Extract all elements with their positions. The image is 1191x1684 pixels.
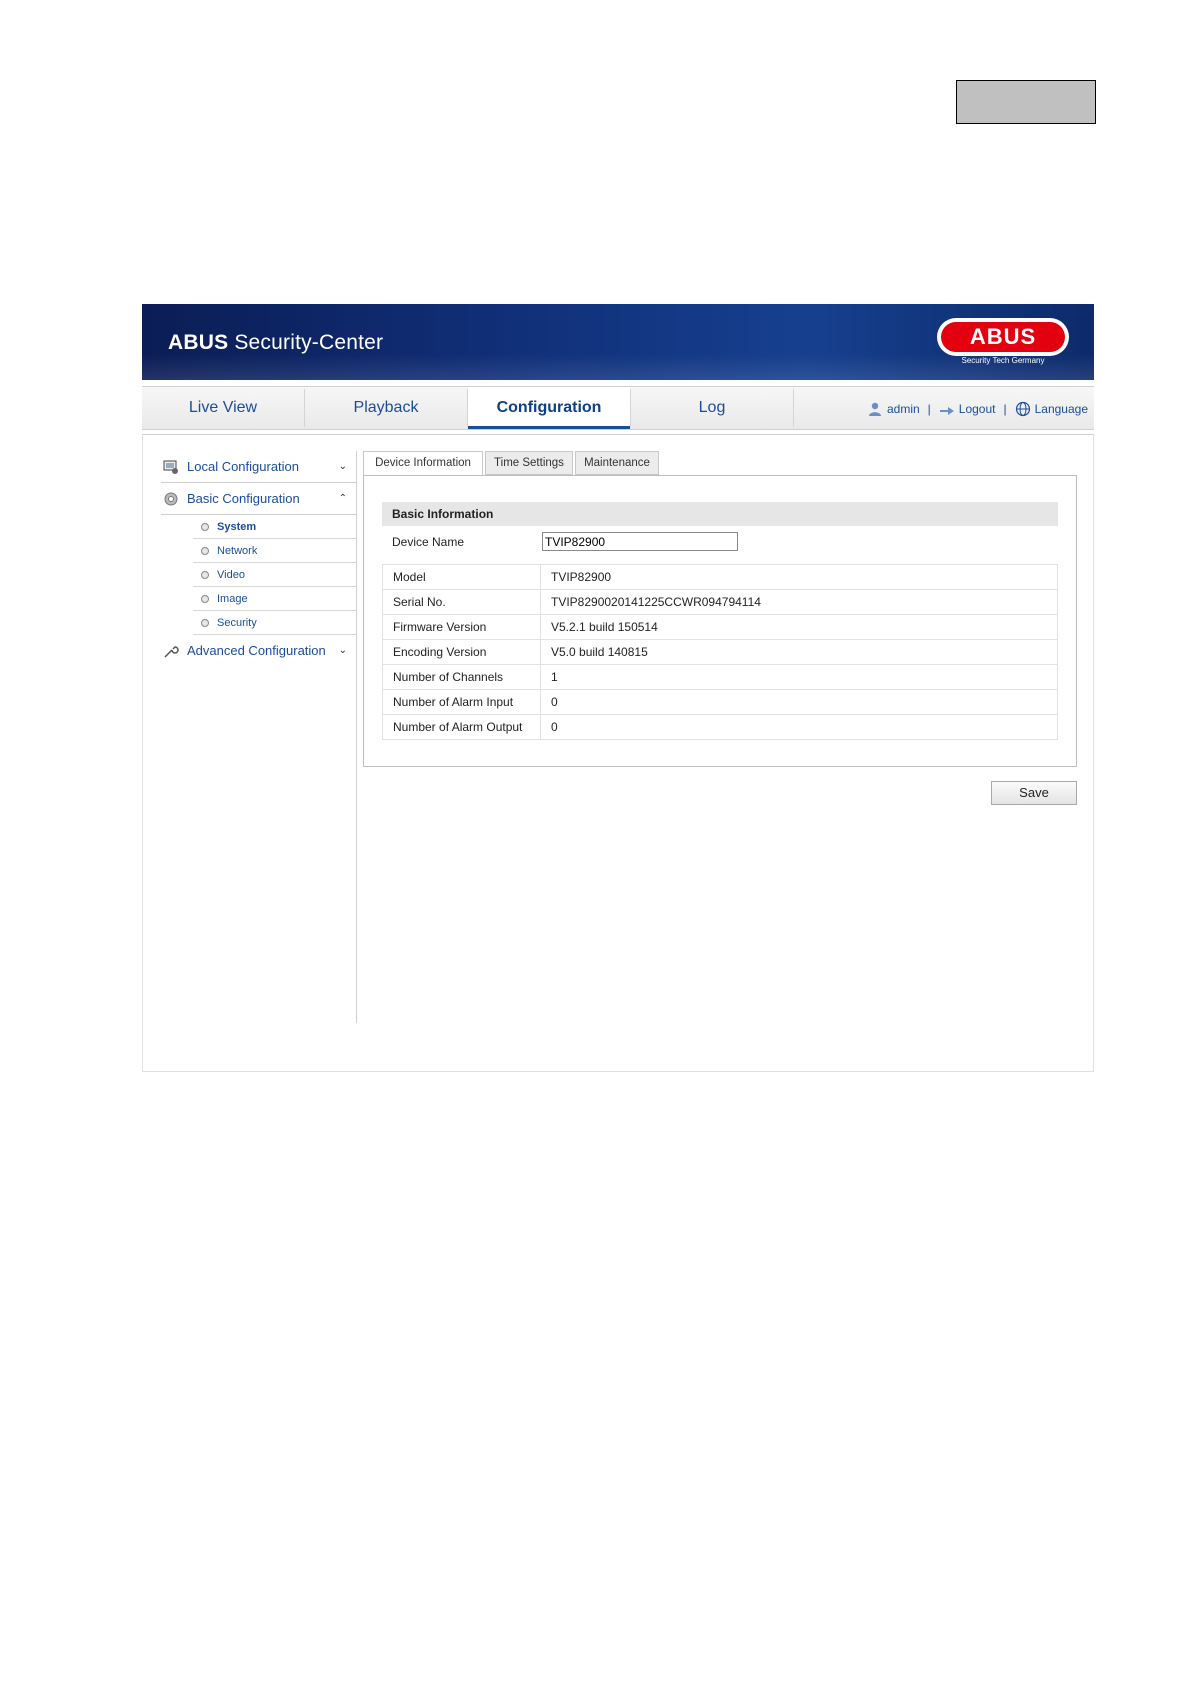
sidebar-local-configuration-label: Local Configuration: [187, 459, 300, 474]
info-value: TVIP82900: [540, 564, 1058, 590]
info-key: Number of Channels: [382, 664, 541, 690]
device-name-field[interactable]: [542, 532, 738, 551]
sidebar-item-video-label: Video: [217, 569, 245, 581]
user-icon: [868, 402, 881, 416]
sidebar-divider: [356, 451, 357, 1023]
sidebar-item-system[interactable]: System: [193, 515, 357, 539]
user-separator: |: [927, 401, 931, 416]
table-row: Number of Alarm Output 0: [382, 714, 1058, 740]
user-area: admin | Logout | Language: [867, 387, 1088, 429]
chevron-down-icon: ⌄: [338, 461, 347, 472]
info-value: V5.0 build 140815: [540, 639, 1058, 665]
chevron-up-icon: ⌃: [338, 493, 347, 504]
table-row: Number of Alarm Input 0: [382, 689, 1058, 715]
tab-time-settings[interactable]: Time Settings: [485, 451, 573, 475]
wrench-icon: [164, 646, 179, 658]
sidebar-item-network-label: Network: [217, 545, 258, 557]
info-value: 1: [540, 664, 1058, 690]
app-title-brand: ABUS: [168, 331, 229, 354]
bullet-icon: [201, 523, 209, 531]
nav-tab-configuration[interactable]: Configuration: [468, 387, 630, 429]
table-row: Model TVIP82900: [382, 564, 1058, 590]
table-row: Serial No. TVIP8290020141225CCWR094794114: [382, 589, 1058, 615]
save-button[interactable]: Save: [991, 781, 1077, 805]
info-key: Model: [382, 564, 541, 590]
info-value: 0: [540, 714, 1058, 740]
main-nav: Live View Playback Configuration Log adm…: [142, 386, 1094, 430]
language-link[interactable]: Language: [1035, 402, 1088, 416]
abus-logo-text: ABUS: [941, 322, 1065, 352]
sidebar-item-security[interactable]: Security: [193, 611, 357, 635]
logout-icon: [939, 406, 954, 415]
nav-tab-live-view[interactable]: Live View: [142, 387, 304, 429]
info-value: 0: [540, 689, 1058, 715]
sidebar-basic-configuration[interactable]: Basic Configuration ⌃: [161, 483, 357, 515]
sidebar-advanced-configuration[interactable]: Advanced Configuration ⌄: [161, 635, 357, 667]
sidebar-item-image[interactable]: Image: [193, 587, 357, 611]
gear-icon: [164, 492, 178, 506]
nav-tab-playback[interactable]: Playback: [305, 387, 467, 429]
sidebar-item-network[interactable]: Network: [193, 539, 357, 563]
info-key: Number of Alarm Input: [382, 689, 541, 715]
table-row: Encoding Version V5.0 build 140815: [382, 639, 1058, 665]
sidebar: Local Configuration ⌄ Basic Configuratio…: [161, 451, 357, 667]
info-value: V5.2.1 build 150514: [540, 614, 1058, 640]
table-row: Firmware Version V5.2.1 build 150514: [382, 614, 1058, 640]
info-key: Serial No.: [382, 589, 541, 615]
bullet-icon: [201, 547, 209, 555]
sidebar-basic-configuration-label: Basic Configuration: [187, 491, 300, 506]
device-info-table: Model TVIP82900 Serial No. TVIP829002014122…: [382, 564, 1058, 740]
logout-separator: |: [1003, 401, 1007, 416]
sidebar-item-system-label: System: [217, 521, 257, 533]
info-key: Firmware Version: [382, 614, 541, 640]
header-banner: ABUS Security-Center ABUS Security Tech …: [142, 304, 1094, 380]
sidebar-local-configuration[interactable]: Local Configuration ⌄: [161, 451, 357, 483]
abus-logo-tagline: Security Tech Germany: [961, 356, 1045, 365]
section-title: Basic Information: [382, 502, 1058, 526]
tab-maintenance[interactable]: Maintenance: [575, 451, 659, 475]
info-value: TVIP8290020141225CCWR094794114: [540, 589, 1058, 615]
bullet-icon: [201, 571, 209, 579]
device-info-panel: Basic Information Device Name ModelTVIP8…: [363, 475, 1077, 767]
info-key: Encoding Version: [382, 639, 541, 665]
page-marker-box: [956, 80, 1096, 124]
content-frame: Local Configuration ⌄ Basic Configuratio…: [142, 434, 1094, 1072]
nav-divider: [793, 389, 794, 427]
sidebar-item-image-label: Image: [217, 593, 248, 605]
user-name-link[interactable]: admin: [887, 402, 920, 416]
app-title: ABUS Security-Center: [168, 331, 383, 355]
sidebar-item-security-label: Security: [217, 617, 257, 629]
sidebar-advanced-configuration-label: Advanced Configuration: [187, 643, 326, 658]
sidebar-item-video[interactable]: Video: [193, 563, 357, 587]
local-config-icon: [163, 460, 178, 474]
tab-device-information[interactable]: Device Information: [363, 451, 483, 476]
globe-icon: [1015, 401, 1030, 416]
abus-web-app: ABUS Security-Center ABUS Security Tech …: [142, 304, 1094, 1072]
abus-logo: ABUS: [937, 318, 1069, 356]
bullet-icon: [201, 619, 209, 627]
info-key: Number of Alarm Output: [382, 714, 541, 740]
nav-tab-log[interactable]: Log: [631, 387, 793, 429]
bullet-icon: [201, 595, 209, 603]
logout-link[interactable]: Logout: [959, 402, 996, 416]
device-name-label: Device Name: [392, 535, 465, 549]
table-row: Number of Channels 1: [382, 664, 1058, 690]
app-title-rest: Security-Center: [228, 331, 384, 354]
chevron-down-icon: ⌄: [338, 645, 347, 656]
